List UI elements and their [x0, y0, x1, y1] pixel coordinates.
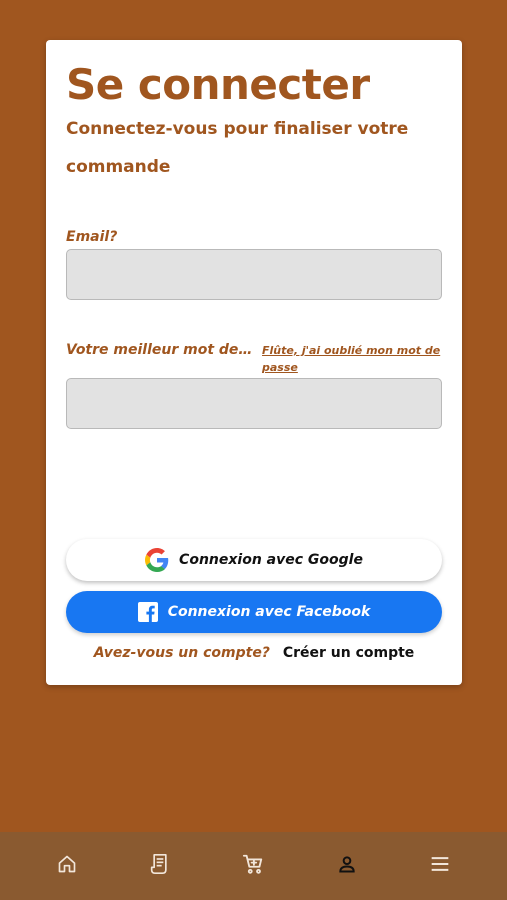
password-label: Votre meilleur mot de p... — [66, 342, 256, 358]
account-question: Avez-vous un compte? — [93, 645, 270, 661]
nav-menu[interactable] — [410, 836, 470, 896]
nav-cart[interactable] — [223, 836, 283, 896]
receipt-icon — [150, 853, 170, 879]
account-prompt: Avez-vous un compte? Créer un compte — [46, 645, 462, 661]
email-label: Email? — [66, 229, 118, 245]
forgot-password-link[interactable]: Flûte, j'ai oublié mon mot de passe — [262, 342, 442, 376]
page-title: Se connecter — [66, 60, 370, 109]
facebook-login-button[interactable]: Connexion avec Facebook — [66, 591, 442, 633]
bottom-navbar — [0, 832, 507, 900]
facebook-icon — [137, 602, 158, 622]
cart-icon — [242, 853, 264, 879]
home-icon — [57, 854, 77, 878]
menu-icon — [430, 855, 450, 877]
nav-account[interactable] — [317, 836, 377, 896]
google-login-button[interactable]: Connexion avec Google — [66, 539, 442, 581]
page-subtitle: Connectez-vous pour finaliser votre comm… — [66, 119, 409, 177]
password-field[interactable] — [66, 378, 442, 429]
nav-orders[interactable] — [130, 836, 190, 896]
create-account-link[interactable]: Créer un compte — [283, 645, 414, 661]
login-card: Se connecter Connectez-vous pour finalis… — [46, 40, 462, 685]
email-field[interactable] — [66, 249, 442, 300]
google-button-label: Connexion avec Google — [179, 552, 363, 568]
person-icon — [337, 854, 357, 878]
google-icon — [145, 548, 169, 572]
nav-home[interactable] — [37, 836, 97, 896]
facebook-button-label: Connexion avec Facebook — [167, 604, 371, 620]
